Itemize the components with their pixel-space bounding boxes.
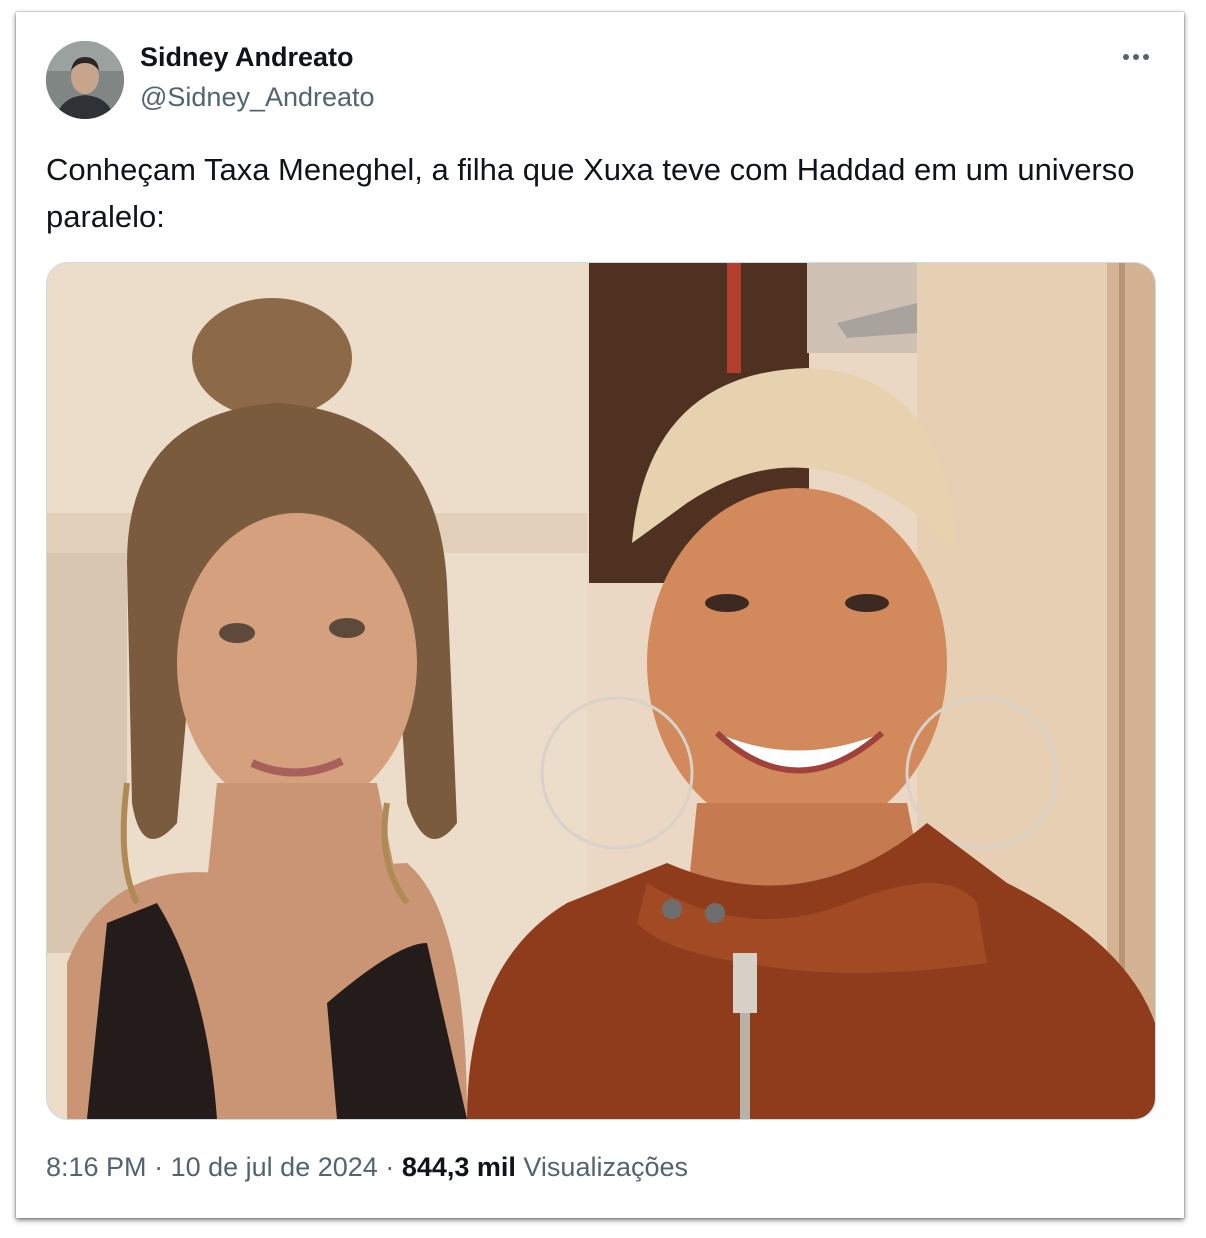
views-count: 844,3 mil	[401, 1152, 516, 1182]
photo-illustration	[47, 263, 1155, 1119]
author-avatar[interactable]	[46, 41, 124, 119]
tweet-time[interactable]: 8:16 PM	[46, 1152, 147, 1182]
author-handle[interactable]: @Sidney_Andreato	[140, 82, 375, 113]
tweet-card: Sidney Andreato @Sidney_Andreato Conheça…	[16, 12, 1184, 1218]
tweet-meta: 8:16 PM · 10 de jul de 2024 · 844,3 mil …	[46, 1152, 688, 1183]
tweet-photo[interactable]	[46, 262, 1156, 1120]
more-horizontal-icon	[1123, 54, 1149, 60]
views-label: Visualizações	[523, 1152, 689, 1182]
author-name[interactable]: Sidney Andreato	[140, 42, 354, 73]
avatar-image	[46, 41, 124, 119]
tweet-text: Conheçam Taxa Meneghel, a filha que Xuxa…	[46, 152, 1135, 234]
tweet-date[interactable]: 10 de jul de 2024	[171, 1152, 378, 1182]
meta-separator: ·	[154, 1152, 164, 1182]
more-options-button[interactable]	[1116, 42, 1156, 72]
meta-separator: ·	[385, 1152, 395, 1182]
